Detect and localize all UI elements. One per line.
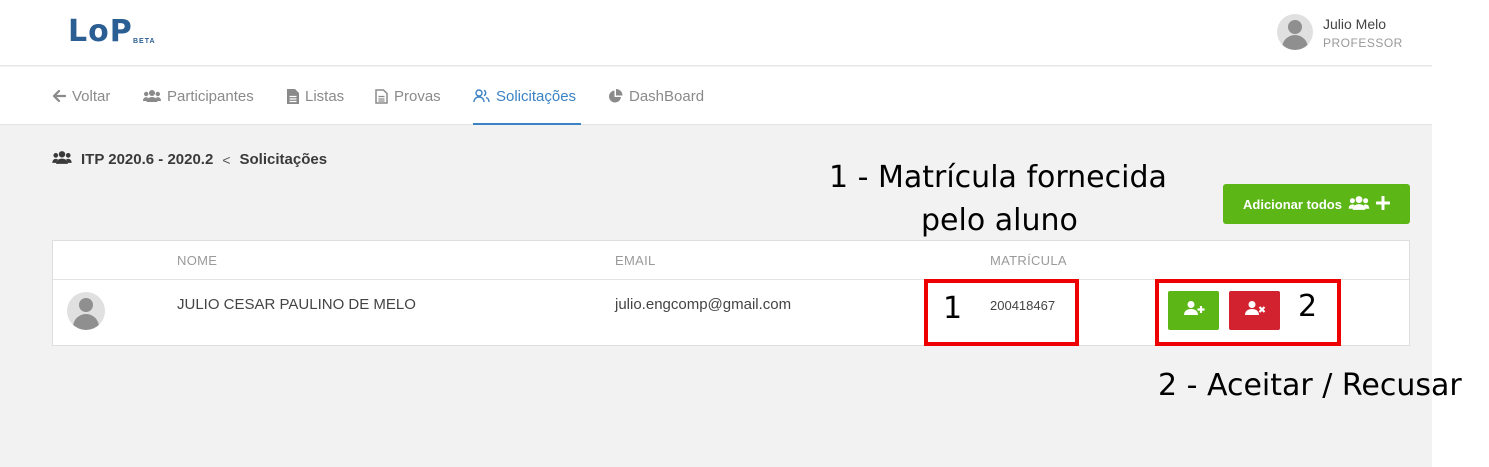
user-avatar[interactable] <box>1277 14 1313 50</box>
nav-lists-label: Listas <box>305 87 345 105</box>
annotation-marker-1: 1 <box>943 291 963 326</box>
users-icon <box>52 150 72 169</box>
annotation-marker-2: 2 <box>1298 289 1318 324</box>
breadcrumb-separator: < <box>222 151 231 168</box>
add-all-button[interactable]: Adicionar todos <box>1223 184 1410 224</box>
column-header-matricula: MATRÍCULA <box>990 253 1067 268</box>
nav-dashboard[interactable]: DashBoard <box>608 67 704 125</box>
table-header: NOME EMAIL MATRÍCULA <box>53 241 1409 280</box>
student-email: julio.engcomp@gmail.com <box>615 296 792 313</box>
user-role: PROFESSOR <box>1323 36 1403 50</box>
student-name: JULIO CESAR PAULINO DE MELO <box>177 296 416 313</box>
nav-tests[interactable]: Provas <box>375 67 441 125</box>
arrow-left-icon <box>52 89 66 103</box>
breadcrumb-course-link[interactable]: ITP 2020.6 - 2020.2 <box>81 151 213 168</box>
tab-requests[interactable]: Solicitações <box>473 67 581 125</box>
add-all-label: Adicionar todos <box>1243 196 1342 212</box>
nav-participants-label: Participantes <box>167 87 254 105</box>
nav-back[interactable]: Voltar <box>52 67 110 125</box>
nav-participants[interactable]: Participantes <box>143 67 254 125</box>
top-bar: LoP BETA Julio Melo PROFESSOR <box>0 0 1432 66</box>
annotation-note-1-line-1: 1 - Matrícula fornecida <box>829 160 1167 195</box>
tab-requests-label: Solicitações <box>496 87 577 105</box>
user-name: Julio Melo <box>1323 16 1387 32</box>
users-icon <box>143 89 161 103</box>
pie-chart-icon <box>608 88 623 104</box>
student-avatar <box>67 292 105 330</box>
users-outline-icon <box>473 89 490 103</box>
breadcrumb-current: Solicitações <box>239 151 328 168</box>
logo[interactable]: LoP <box>68 14 133 49</box>
nav-back-label: Voltar <box>72 87 111 105</box>
column-header-email: EMAIL <box>615 253 656 268</box>
users-icon <box>1348 195 1370 214</box>
nav-bar: Voltar Participantes Listas Provas Solic… <box>0 67 1432 125</box>
nav-lists[interactable]: Listas <box>287 67 344 125</box>
column-header-name: NOME <box>177 253 218 268</box>
logo-beta-badge: BETA <box>133 38 156 45</box>
file-icon <box>287 88 299 104</box>
nav-tests-label: Provas <box>394 87 441 105</box>
user-menu[interactable]: Julio Melo PROFESSOR <box>1277 14 1402 50</box>
plus-icon <box>1375 195 1391 213</box>
breadcrumb: ITP 2020.6 - 2020.2 < Solicitações <box>52 150 327 169</box>
annotation-note-2: 2 - Aceitar / Recusar <box>1158 368 1462 403</box>
annotation-note-1-line-2: pelo aluno <box>921 203 1078 238</box>
nav-dashboard-label: DashBoard <box>629 87 705 105</box>
document-icon <box>375 88 388 104</box>
